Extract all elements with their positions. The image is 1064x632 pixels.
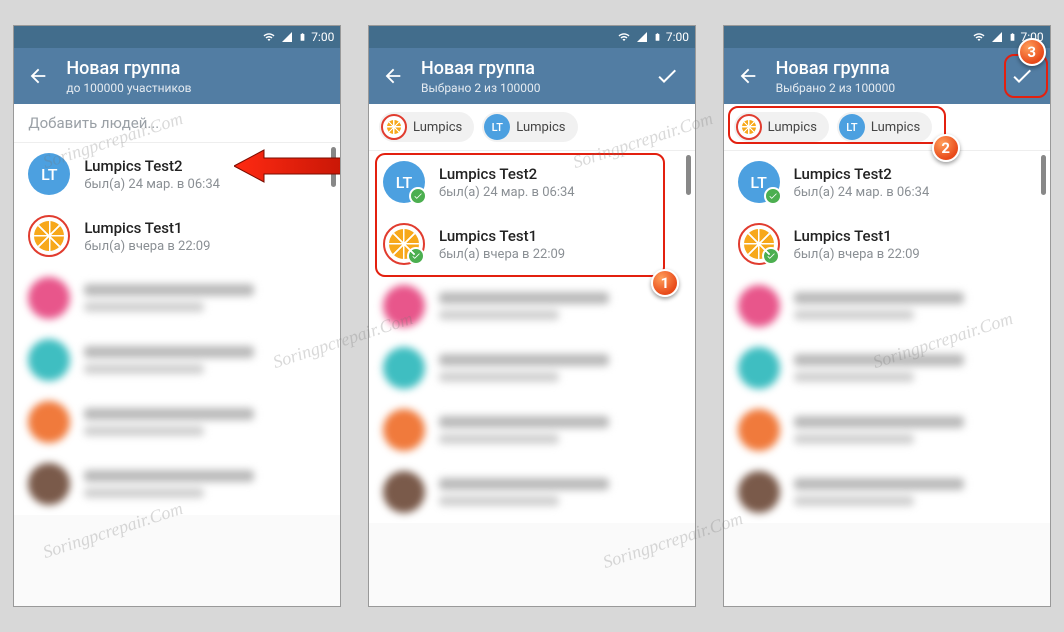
arrow-left-icon <box>737 65 759 87</box>
contact-row-blurred <box>724 399 1050 461</box>
add-people-input[interactable]: Добавить людей... <box>14 104 340 143</box>
annotation-callout-1: 1 <box>651 269 679 297</box>
battery-icon <box>298 30 307 44</box>
chip[interactable]: Lumpics <box>734 112 829 142</box>
contact-name: Lumpics Test1 <box>794 227 920 245</box>
battery-icon <box>653 30 662 44</box>
signal-icon <box>990 31 1004 43</box>
selected-badge-icon <box>407 247 425 265</box>
phone-screen-1: 7:00 Новая группа до 100000 участников Д… <box>13 25 341 607</box>
status-time: 7:00 <box>666 30 689 44</box>
annotation-arrow <box>234 146 341 186</box>
chip-label: Lumpics <box>516 120 565 135</box>
chip[interactable]: LT Lumpics <box>837 112 932 142</box>
avatar <box>738 223 780 265</box>
appbar-subtitle: до 100000 участников <box>66 81 332 95</box>
arrow-left-icon <box>27 65 49 87</box>
phone-screen-2: 7:00 Новая группа Выбрано 2 из 100000 Lu… <box>368 25 696 607</box>
contact-row-blurred <box>369 337 695 399</box>
contact-row-blurred <box>369 399 695 461</box>
status-bar: 7:00 <box>724 26 1050 48</box>
chip[interactable]: Lumpics <box>379 112 474 142</box>
chip[interactable]: LT Lumpics <box>482 112 577 142</box>
selected-badge-icon <box>409 187 427 205</box>
contact-status: был(а) 24 мар. в 06:34 <box>439 185 575 200</box>
contact-name: Lumpics Test2 <box>84 157 220 175</box>
avatar <box>28 215 70 257</box>
contact-row-blurred <box>369 461 695 523</box>
appbar-subtitle: Выбрано 2 из 100000 <box>421 81 647 95</box>
chip-avatar: LT <box>484 114 510 140</box>
contact-row-blurred <box>724 461 1050 523</box>
avatar <box>383 223 425 265</box>
contact-list: LT Lumpics Test2 был(а) 24 мар. в 06:34 … <box>14 143 340 515</box>
back-button[interactable] <box>377 65 409 87</box>
appbar-title: Новая группа <box>421 58 647 79</box>
contact-row[interactable]: LT Lumpics Test2 был(а) 24 мар. в 06:34 <box>724 151 1050 213</box>
avatar: LT <box>383 161 425 203</box>
contact-row-blurred <box>14 267 340 329</box>
status-bar: 7:00 <box>369 26 695 48</box>
contact-name: Lumpics Test1 <box>84 219 210 237</box>
chip-label: Lumpics <box>871 120 920 135</box>
signal-icon <box>635 31 649 43</box>
contact-row[interactable]: Lumpics Test1 был(а) вчера в 22:09 <box>369 213 695 275</box>
appbar-title-block: Новая группа Выбрано 2 из 100000 <box>764 58 1002 95</box>
check-icon <box>655 64 679 88</box>
contact-row-blurred <box>724 337 1050 399</box>
signal-icon <box>280 31 294 43</box>
wifi-icon <box>972 31 986 43</box>
appbar-title-block: Новая группа до 100000 участников <box>54 58 332 95</box>
contact-list: LT Lumpics Test2 был(а) 24 мар. в 06:34 … <box>369 151 695 523</box>
contact-row[interactable]: LT Lumpics Test2 был(а) 24 мар. в 06:34 <box>369 151 695 213</box>
app-bar: Новая группа до 100000 участников <box>14 48 340 104</box>
contact-status: был(а) 24 мар. в 06:34 <box>84 177 220 192</box>
contact-status: был(а) вчера в 22:09 <box>84 239 210 254</box>
annotation-callout-2: 2 <box>932 134 960 162</box>
confirm-button[interactable] <box>647 56 687 96</box>
arrow-left-icon <box>382 65 404 87</box>
selected-chips: Lumpics LT Lumpics <box>724 104 1050 151</box>
appbar-title: Новая группа <box>66 58 332 79</box>
contact-name: Lumpics Test2 <box>794 165 930 183</box>
contact-row-blurred <box>14 329 340 391</box>
app-bar: Новая группа Выбрано 2 из 100000 <box>724 48 1050 104</box>
back-button[interactable] <box>732 65 764 87</box>
contact-status: был(а) вчера в 22:09 <box>439 247 565 262</box>
contact-row-blurred <box>14 391 340 453</box>
chip-label: Lumpics <box>768 120 817 135</box>
contact-name: Lumpics Test1 <box>439 227 565 245</box>
appbar-title-block: Новая группа Выбрано 2 из 100000 <box>409 58 647 95</box>
annotation-callout-3: 3 <box>1018 38 1046 66</box>
back-button[interactable] <box>22 65 54 87</box>
chip-avatar: LT <box>839 114 865 140</box>
chip-avatar <box>381 114 407 140</box>
app-bar: Новая группа Выбрано 2 из 100000 <box>369 48 695 104</box>
status-bar: 7:00 <box>14 26 340 48</box>
chip-avatar <box>736 114 762 140</box>
appbar-title: Новая группа <box>776 58 1002 79</box>
selected-badge-icon <box>764 187 782 205</box>
contact-status: был(а) 24 мар. в 06:34 <box>794 185 930 200</box>
contact-row[interactable]: Lumpics Test1 был(а) вчера в 22:09 <box>14 205 340 267</box>
appbar-subtitle: Выбрано 2 из 100000 <box>776 81 1002 95</box>
contact-list: LT Lumpics Test2 был(а) 24 мар. в 06:34 … <box>724 151 1050 523</box>
status-time: 7:00 <box>311 30 334 44</box>
chip-label: Lumpics <box>413 120 462 135</box>
wifi-icon <box>617 31 631 43</box>
contact-status: был(а) вчера в 22:09 <box>794 247 920 262</box>
contact-row-blurred <box>369 275 695 337</box>
selected-badge-icon <box>762 247 780 265</box>
contact-row-blurred <box>14 453 340 515</box>
phone-screen-3: 7:00 Новая группа Выбрано 2 из 100000 3 … <box>723 25 1051 607</box>
check-icon <box>1010 64 1034 88</box>
wifi-icon <box>262 31 276 43</box>
battery-icon <box>1008 30 1017 44</box>
avatar: LT <box>28 153 70 195</box>
contact-row-blurred <box>724 275 1050 337</box>
contact-name: Lumpics Test2 <box>439 165 575 183</box>
selected-chips: Lumpics LT Lumpics <box>369 104 695 151</box>
avatar: LT <box>738 161 780 203</box>
contact-row[interactable]: Lumpics Test1 был(а) вчера в 22:09 <box>724 213 1050 275</box>
